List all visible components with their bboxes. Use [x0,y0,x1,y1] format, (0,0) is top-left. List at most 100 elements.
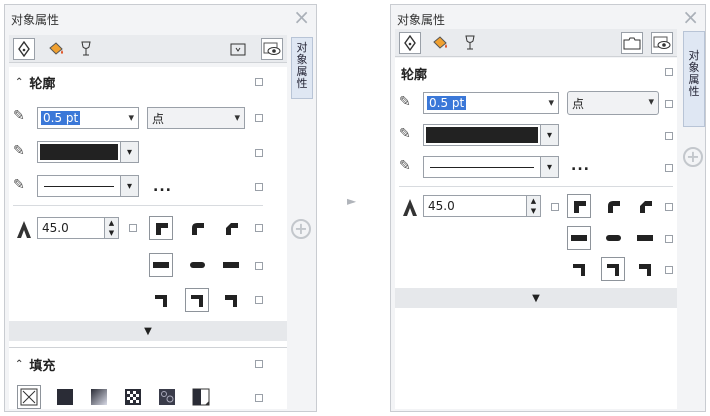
miter-limit-spinner[interactable]: 45.0 ▲ ▼ [37,217,119,239]
style-dropdown-button[interactable]: ▾ [540,157,558,177]
miter-limit-spinner[interactable]: 45.0 ▲ ▼ [423,195,541,217]
spin-up-icon[interactable]: ▲ [109,219,114,227]
corner-round-button[interactable] [185,216,209,240]
preview-toggle[interactable] [261,38,283,60]
tab-fill[interactable] [429,32,451,54]
more-options-button[interactable]: ... [153,179,172,195]
corner-checkbox[interactable] [255,224,263,232]
fill-section-checkbox[interactable] [255,360,263,368]
corner-miter-button[interactable] [149,216,173,240]
position-outside-button[interactable] [149,288,173,312]
fill-section-header[interactable]: ⌃ 填充 [15,353,55,375]
outline-width-pen-icon: ✎ [13,108,25,124]
position-center-button[interactable] [601,257,625,281]
outline-unit-select[interactable]: 点 ▾ [147,107,245,129]
tab-transparency[interactable] [75,38,97,60]
outline-color-picker[interactable]: ▾ [37,141,139,163]
fill-type-checkbox[interactable] [255,394,263,402]
corner-bevel-button[interactable] [633,194,657,218]
frame-options-button[interactable] [227,38,249,60]
outline-section-header[interactable]: ⌃ 轮廓 [15,71,55,93]
cap-square-button[interactable] [219,253,243,277]
cap-butt-button[interactable] [567,226,591,250]
corner-checkbox[interactable] [665,203,673,211]
position-checkbox[interactable] [255,296,263,304]
outline-section-checkbox[interactable] [255,78,263,86]
style-dropdown-button[interactable]: ▾ [120,176,138,196]
corner-round-button[interactable] [601,194,625,218]
chevron-down-icon[interactable]: ▾ [648,95,654,108]
add-docker-plus-icon[interactable]: + [291,219,311,239]
miter-limit-checkbox[interactable] [551,203,559,211]
outline-style-picker[interactable]: ▾ [37,175,139,197]
outline-color-checkbox[interactable] [665,132,673,140]
docker-tab-object-properties[interactable]: 对 象 属 性 [291,37,313,99]
cap-butt-icon [153,262,169,268]
tab-fill[interactable] [45,38,67,60]
docker-tab-object-properties[interactable]: 对 象 属 性 [683,31,705,127]
vector-pattern-fill-icon[interactable] [123,387,143,407]
add-docker-plus-icon[interactable]: + [683,147,703,167]
position-inside-icon [639,264,651,276]
spinner-buttons[interactable]: ▲ ▼ [526,196,540,216]
position-checkbox[interactable] [665,266,673,274]
tab-transparency[interactable] [459,32,481,54]
postscript-fill-icon[interactable] [191,387,211,407]
outline-width-checkbox[interactable] [255,114,263,122]
fill-none-button[interactable] [17,385,41,409]
outline-style-checkbox[interactable] [255,183,263,191]
spin-up-icon[interactable]: ▲ [531,197,536,205]
outline-width-checkbox[interactable] [665,100,673,108]
chevron-down-icon[interactable]: ▾ [548,96,554,109]
cap-round-button[interactable] [185,253,209,277]
position-center-button[interactable] [185,288,209,312]
outline-section-checkbox[interactable] [665,68,673,76]
outline-style-picker[interactable]: ▾ [423,156,559,178]
spinner-buttons[interactable]: ▲ ▼ [104,218,118,238]
chevron-down-icon[interactable]: ▾ [128,111,134,124]
outline-width-combo[interactable]: 0.5 pt ▾ [423,92,559,114]
outline-section-header[interactable]: 轮廓 [401,62,427,84]
cap-checkbox[interactable] [255,262,263,270]
miter-limit-checkbox[interactable] [129,224,137,232]
panel-title: 对象属性 [397,13,446,27]
expand-more-button[interactable]: ▼ [395,288,677,308]
color-dropdown-button[interactable]: ▾ [540,125,558,145]
corner-bevel-button[interactable] [219,216,243,240]
collapse-chevron-icon[interactable]: ⌃ [15,77,23,88]
uniform-fill-icon[interactable] [55,387,75,407]
outline-color-checkbox[interactable] [255,149,263,157]
color-dropdown-button[interactable]: ▾ [120,142,138,162]
outline-color-picker[interactable]: ▾ [423,124,559,146]
fountain-fill-icon[interactable] [89,387,109,407]
more-options-button[interactable]: ... [571,158,590,174]
spin-down-icon[interactable]: ▼ [531,207,536,215]
cap-checkbox[interactable] [665,235,673,243]
cap-square-button[interactable] [633,226,657,250]
texture-fill-icon[interactable] [157,387,177,407]
expand-more-button[interactable]: ▼ [9,321,287,341]
close-icon[interactable]: × [293,6,310,28]
cap-butt-button[interactable] [149,253,173,277]
miter-limit-icon [17,221,31,238]
preview-toggle[interactable] [651,32,673,54]
position-inside-button[interactable] [633,257,657,281]
chevron-down-icon[interactable]: ▾ [234,111,240,124]
outline-style-checkbox[interactable] [665,164,673,172]
position-outside-button[interactable] [567,257,591,281]
outline-width-combo[interactable]: 0.5 pt ▾ [37,107,139,129]
cap-butt-icon [571,235,587,241]
close-icon[interactable]: × [682,6,699,28]
tab-outline[interactable] [13,38,35,60]
outline-unit-select[interactable]: 点 ▾ [567,91,659,115]
tab-outline[interactable] [399,32,421,54]
panel-title-bar: 对象属性 × [391,5,705,31]
cap-round-button[interactable] [601,226,625,250]
collapse-chevron-icon[interactable]: ⌃ [15,359,23,370]
frame-options-button[interactable] [621,32,643,54]
corner-miter-button[interactable] [567,194,591,218]
corner-miter-icon [156,223,168,235]
position-inside-button[interactable] [219,288,243,312]
position-center-icon [191,295,203,307]
spin-down-icon[interactable]: ▼ [109,229,114,237]
